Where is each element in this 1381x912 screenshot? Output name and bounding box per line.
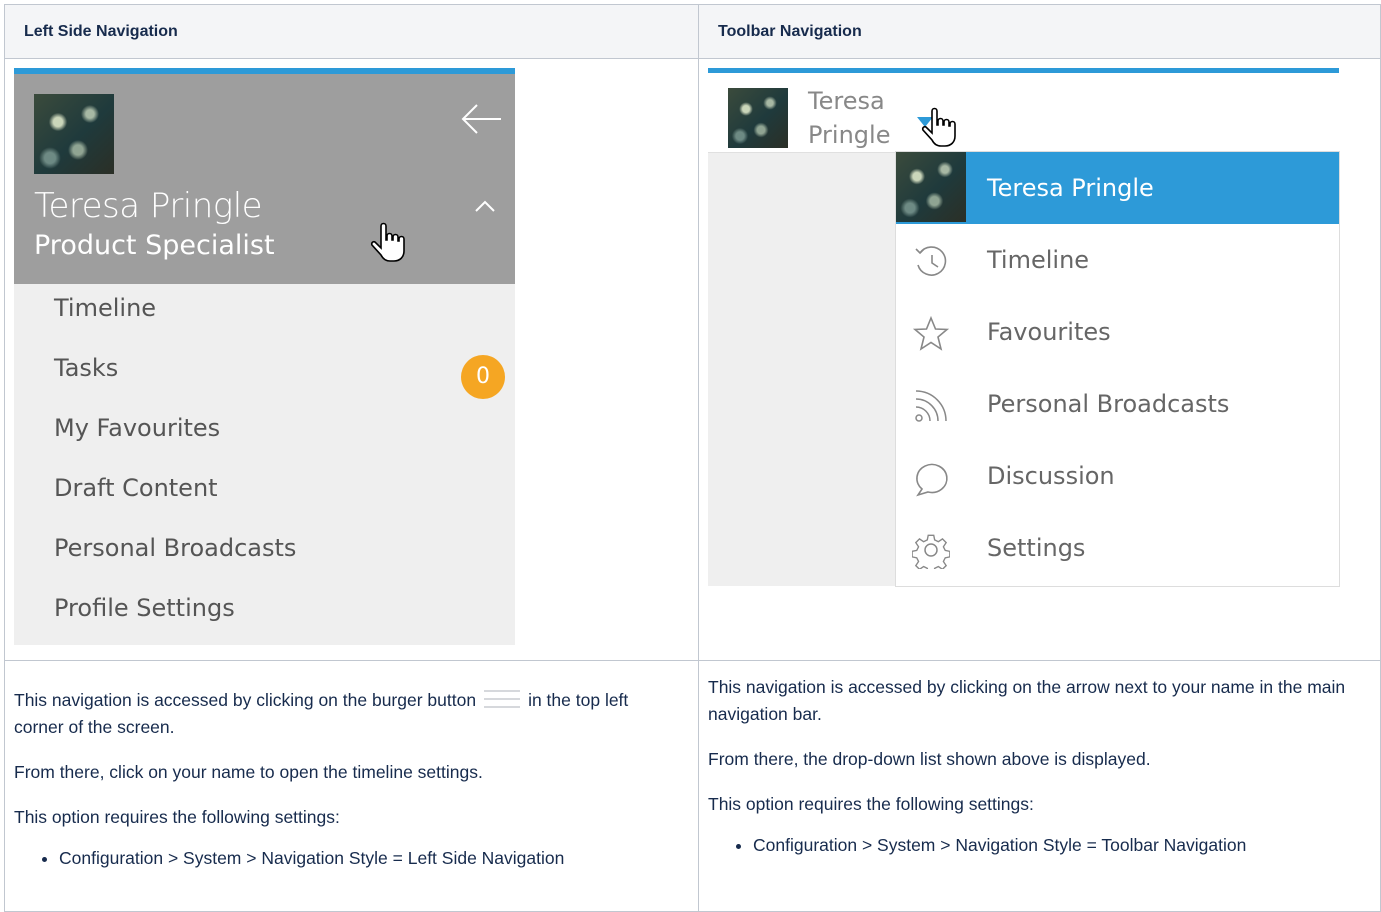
description-paragraph: From there, click on your name to open t… bbox=[14, 762, 483, 782]
nav-item-profile-settings[interactable]: Profile Settings bbox=[54, 594, 235, 622]
burger-menu-icon bbox=[484, 690, 521, 709]
hand-cursor-icon bbox=[921, 107, 956, 147]
requirement-item: Configuration > System > Navigation Styl… bbox=[59, 845, 680, 872]
user-first-name[interactable]: Teresa bbox=[808, 87, 885, 115]
menu-item-favourites[interactable]: Favourites bbox=[896, 296, 1339, 369]
tasks-count-badge: 0 bbox=[461, 355, 505, 399]
left-side-navigation-panel: Teresa Pringle Product Specialist Timeli… bbox=[14, 68, 515, 645]
menu-item-label: Discussion bbox=[987, 462, 1115, 490]
header-left-side-navigation: Left Side Navigation bbox=[4, 4, 699, 59]
header-toolbar-navigation: Toolbar Navigation bbox=[698, 4, 1381, 59]
profile-header[interactable]: Teresa Pringle Product Specialist bbox=[14, 74, 515, 284]
toolbar-nav-screenshot-cell: Teresa Pringle Teresa Pringle Timeline F… bbox=[698, 58, 1381, 661]
star-icon bbox=[912, 315, 950, 351]
user-name[interactable]: Teresa Pringle bbox=[34, 186, 263, 226]
requirements-list: Configuration > System > Navigation Styl… bbox=[14, 845, 680, 872]
description-text: This navigation is accessed by clicking … bbox=[14, 690, 477, 710]
requirement-item: Configuration > System > Navigation Styl… bbox=[753, 832, 1362, 859]
nav-item-personal-broadcasts[interactable]: Personal Broadcasts bbox=[54, 534, 296, 562]
toolbar-navigation-panel: Teresa Pringle Teresa Pringle Timeline F… bbox=[708, 68, 1340, 587]
speech-bubble-icon bbox=[916, 463, 948, 497]
menu-item-personal-broadcasts[interactable]: Personal Broadcasts bbox=[896, 368, 1339, 441]
avatar bbox=[34, 94, 114, 174]
description-paragraph: This navigation is accessed by clicking … bbox=[14, 687, 680, 741]
nav-item-my-favourites[interactable]: My Favourites bbox=[54, 414, 220, 442]
comparison-table: Left Side Navigation Toolbar Navigation … bbox=[4, 4, 1381, 912]
rss-icon bbox=[915, 390, 947, 422]
menu-item-label: Favourites bbox=[987, 318, 1111, 346]
user-role: Product Specialist bbox=[34, 230, 275, 261]
toolbar-nav-description-cell: This navigation is accessed by clicking … bbox=[698, 660, 1381, 912]
toolbar-user-area: Teresa Pringle bbox=[708, 73, 1339, 153]
chevron-up-icon[interactable] bbox=[474, 199, 496, 213]
description-paragraph: This option requires the following setti… bbox=[14, 807, 340, 827]
requirements-list: Configuration > System > Navigation Styl… bbox=[708, 832, 1362, 859]
menu-item-settings[interactable]: Settings bbox=[896, 512, 1339, 584]
description-paragraph: This navigation is accessed by clicking … bbox=[708, 677, 1346, 724]
left-nav-description-cell: This navigation is accessed by clicking … bbox=[4, 660, 699, 912]
menu-item-label: Settings bbox=[987, 534, 1086, 562]
nav-item-draft-content[interactable]: Draft Content bbox=[54, 474, 218, 502]
menu-item-user-profile[interactable]: Teresa Pringle bbox=[896, 152, 1339, 224]
hand-cursor-icon bbox=[370, 222, 405, 262]
menu-item-timeline[interactable]: Timeline bbox=[896, 224, 1339, 297]
menu-item-label: Teresa Pringle bbox=[987, 174, 1154, 202]
user-dropdown-menu: Teresa Pringle Timeline Favourites Perso… bbox=[895, 151, 1340, 587]
avatar bbox=[728, 88, 788, 148]
menu-item-label: Personal Broadcasts bbox=[987, 390, 1230, 418]
description-paragraph: This option requires the following setti… bbox=[708, 794, 1034, 814]
left-nav-screenshot-cell: Teresa Pringle Product Specialist Timeli… bbox=[4, 58, 699, 661]
gear-icon bbox=[912, 534, 950, 569]
back-arrow-icon[interactable] bbox=[459, 102, 503, 136]
nav-item-tasks[interactable]: Tasks bbox=[54, 354, 118, 382]
menu-item-label: Timeline bbox=[987, 246, 1090, 274]
avatar bbox=[896, 152, 966, 222]
description-paragraph: From there, the drop-down list shown abo… bbox=[708, 749, 1151, 769]
history-icon bbox=[915, 246, 947, 276]
menu-item-discussion[interactable]: Discussion bbox=[896, 440, 1339, 513]
nav-item-timeline[interactable]: Timeline bbox=[54, 294, 156, 322]
user-last-name[interactable]: Pringle bbox=[808, 121, 890, 149]
